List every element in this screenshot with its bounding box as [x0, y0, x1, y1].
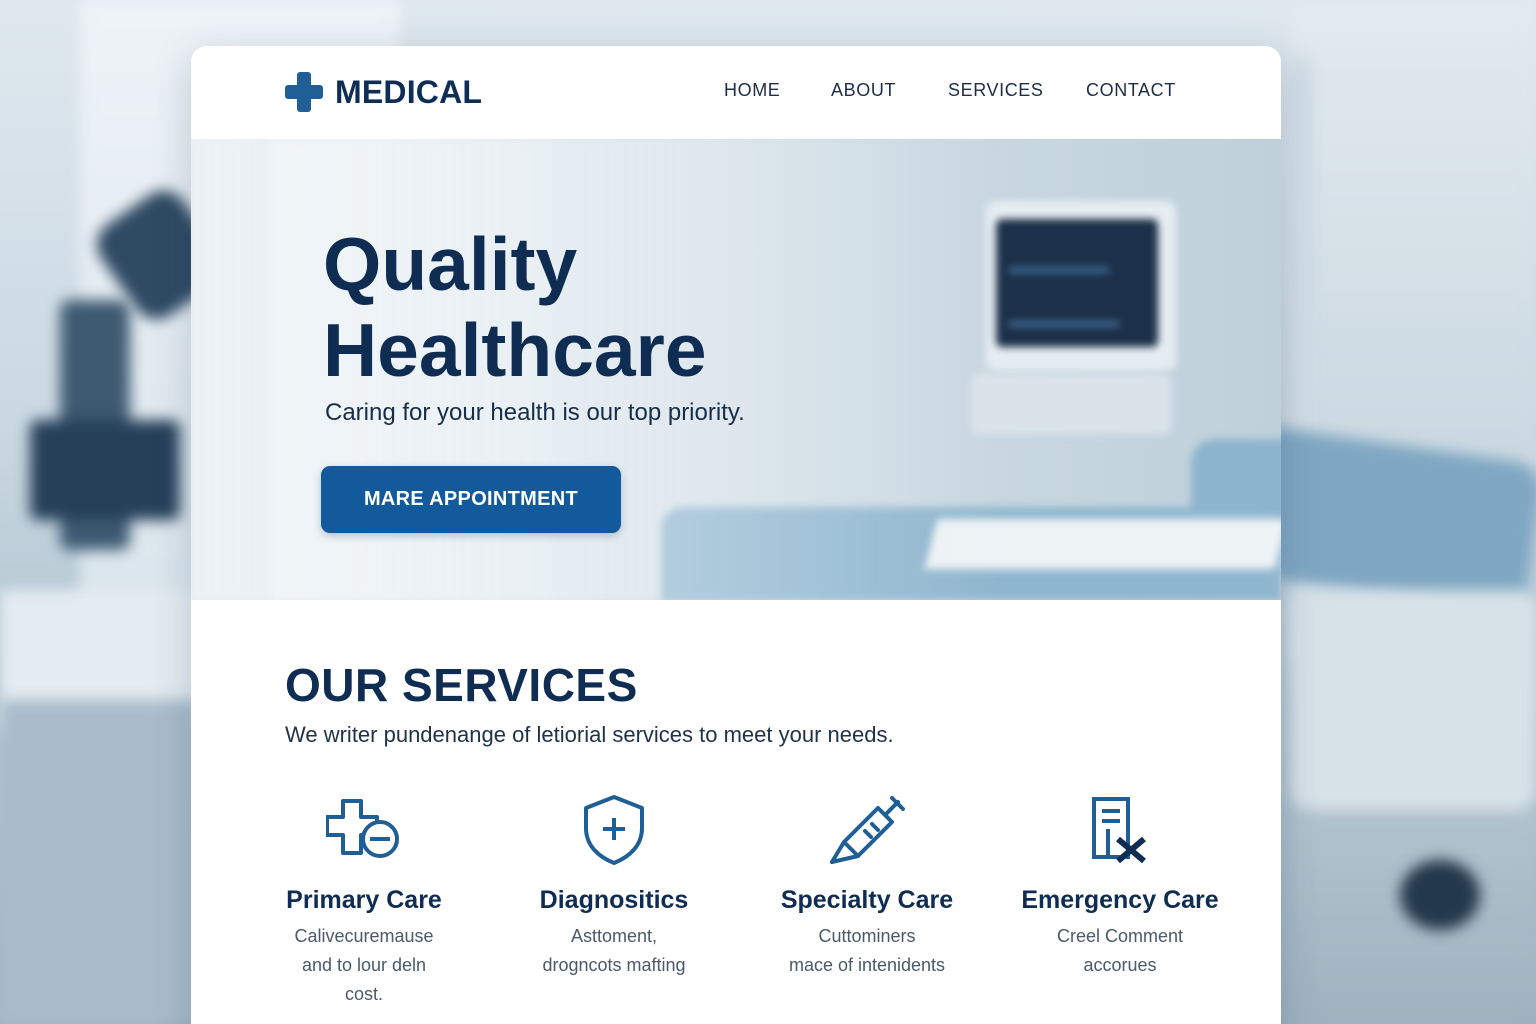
service-card-primary-care[interactable]: Primary Care Calivecuremause and to lour… [254, 790, 474, 1009]
shield-plus-icon [504, 790, 724, 870]
nav-home-link[interactable]: HOME [724, 80, 780, 101]
service-title: Diagnositics [539, 886, 689, 914]
service-card-specialty-care[interactable]: Specialty Care Cuttominers mace of inten… [757, 790, 977, 980]
service-description: Calivecuremause and to lour deln cost. [294, 926, 434, 1004]
nav-about-link[interactable]: ABOUT [831, 80, 896, 101]
cross-minus-icon [254, 790, 474, 870]
nav-services-link[interactable]: SERVICES [948, 80, 1044, 101]
services-heading: OUR SERVICES [285, 659, 638, 711]
services-subtitle: We writer pundenange of letiorial servic… [285, 722, 894, 747]
website-card: MEDICAL HOME ABOUT SERVICES CONTACT Qual… [191, 46, 1281, 1024]
hero-section: Quality Healthcare Caring for your healt… [191, 139, 1281, 600]
main-nav: HOME ABOUT SERVICES CONTACT [191, 80, 1281, 106]
service-title: Emergency Care [1021, 886, 1219, 914]
navbar: MEDICAL HOME ABOUT SERVICES CONTACT [191, 46, 1281, 139]
service-title: Primary Care [286, 886, 442, 914]
service-description: Cuttominers mace of intenidents [788, 926, 946, 975]
service-card-emergency-care[interactable]: Emergency Care Creel Comment accorues [1010, 790, 1230, 980]
service-description: Creel Comment accorues [1056, 926, 1184, 975]
hero-subtitle: Caring for your health is our top priori… [325, 399, 745, 426]
service-description: Asttoment, drogncots mafting [542, 926, 686, 975]
syringe-icon [757, 790, 977, 870]
make-appointment-button[interactable]: MARE APPOINTMENT [321, 466, 621, 533]
nav-contact-link[interactable]: CONTACT [1086, 80, 1176, 101]
hero-title: Quality Healthcare [323, 222, 707, 392]
prescription-icon [1010, 790, 1230, 870]
service-title: Specialty Care [780, 886, 954, 914]
service-card-diagnostics[interactable]: Diagnositics Asttoment, drogncots maftin… [504, 790, 724, 980]
